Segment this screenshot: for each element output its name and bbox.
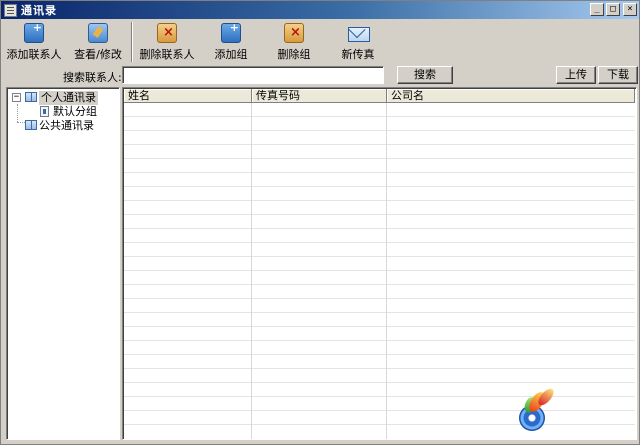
grid-header: 姓名 传真号码 公司名: [124, 89, 635, 103]
watermark-logo: [517, 385, 561, 435]
collapse-toggle[interactable]: −: [12, 93, 21, 102]
minimize-button[interactable]: _: [590, 3, 604, 16]
delete-group-button[interactable]: 删除组: [261, 21, 327, 65]
search-button[interactable]: 搜索: [397, 66, 453, 84]
add-contact-icon: [24, 21, 44, 43]
close-button[interactable]: ×: [623, 3, 637, 16]
app-window: 通讯录 _ □ × 添加联系人 查看/修改 删除联系人 添加组 删除组: [0, 0, 640, 445]
column-header-fax[interactable]: 传真号码: [252, 89, 387, 103]
view-edit-label: 查看/修改: [74, 48, 122, 61]
address-book-icon: [25, 92, 37, 102]
flame-graphic: [536, 385, 556, 409]
search-label: 搜索联系人:: [63, 71, 122, 84]
title-bar[interactable]: 通讯录 _ □ ×: [1, 1, 639, 19]
tree-node-label[interactable]: 公共通讯录: [39, 119, 94, 133]
tree-node-default-group[interactable]: 默认分组: [7, 105, 119, 119]
window-title: 通讯录: [21, 4, 57, 17]
column-header-name[interactable]: 姓名: [124, 89, 252, 103]
delete-contact-label: 删除联系人: [139, 48, 195, 61]
maximize-button[interactable]: □: [606, 3, 620, 16]
toolbar: 添加联系人 查看/修改 删除联系人 添加组 删除组 新传真: [1, 19, 639, 65]
add-group-icon: [221, 21, 241, 43]
view-edit-button[interactable]: 查看/修改: [65, 21, 131, 65]
delete-group-label: 删除组: [277, 48, 311, 61]
search-bar: 搜索联系人: 搜索 上传 下载: [1, 65, 639, 85]
column-divider: [251, 103, 252, 439]
tree-node-public[interactable]: 公共通讯录: [7, 119, 119, 133]
window-controls: _ □ ×: [590, 3, 637, 16]
delete-contact-icon: [157, 23, 177, 43]
add-group-button[interactable]: 添加组: [198, 21, 264, 65]
delete-group-icon: [284, 23, 304, 43]
address-book-icon: [25, 120, 37, 130]
add-contact-label: 添加联系人: [6, 48, 62, 61]
add-group-label: 添加组: [214, 48, 248, 61]
delete-contact-button[interactable]: 删除联系人: [134, 21, 200, 65]
download-button[interactable]: 下载: [598, 66, 638, 84]
group-icon: [40, 106, 49, 117]
edit-contact-icon: [88, 23, 108, 43]
upload-button[interactable]: 上传: [556, 66, 596, 84]
toolbar-separator: [131, 22, 133, 62]
column-divider: [386, 103, 387, 439]
address-book-app-icon: [4, 3, 17, 17]
tree-node-label[interactable]: 个人通讯录: [39, 91, 98, 105]
contact-tree[interactable]: − 个人通讯录 默认分组 公共通讯录: [6, 87, 120, 440]
tree-node-personal[interactable]: − 个人通讯录: [7, 91, 119, 105]
new-fax-icon: [348, 23, 370, 43]
new-fax-label: 新传真: [341, 48, 375, 61]
search-contact-input[interactable]: [122, 66, 384, 84]
tree-node-label[interactable]: 默认分组: [53, 105, 97, 119]
add-contact-button[interactable]: 添加联系人: [1, 21, 67, 65]
new-fax-button[interactable]: 新传真: [325, 21, 391, 65]
column-header-company[interactable]: 公司名: [387, 89, 635, 103]
